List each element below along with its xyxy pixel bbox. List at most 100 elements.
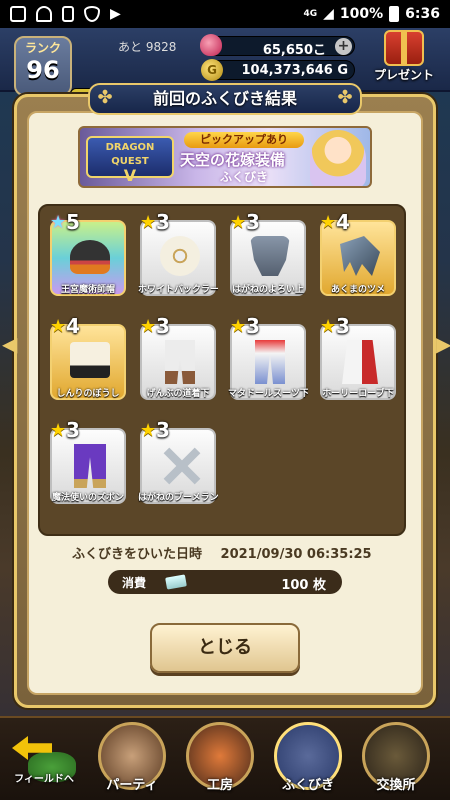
star-icon: ★ — [320, 316, 337, 337]
gift-box-icon — [384, 30, 424, 66]
item-name: 魔法使いのズボン — [51, 493, 124, 503]
gear-item[interactable]: ★ 4 あくまのツメ — [318, 210, 398, 300]
star-icon: ★ — [320, 212, 337, 233]
item-stars: 3 — [156, 314, 170, 338]
item-name: はがねのよろい上 — [231, 285, 304, 295]
draw-date-value: 2021/09/30 06:35:25 — [220, 547, 372, 562]
items-grid: ★ 5 王宮魔術師帽 ★ 3 ホワイトバックラー ★ 3 はがねのよろい上 ★ 4 あくまのツメ ★ 4 し… — [38, 204, 406, 536]
star-icon: ★ — [230, 316, 247, 337]
status-bar: ▶ 4G ◢ 100% 6:36 — [0, 0, 450, 28]
pickup-tag: ピックアップあり — [184, 132, 304, 148]
scroll-left-arrow-icon[interactable]: ◀ — [2, 330, 17, 358]
gallery-icon — [10, 6, 26, 22]
item-stars: 3 — [156, 210, 170, 234]
bride-character-art — [310, 130, 366, 186]
consume-row: 消費 100 枚 — [108, 570, 342, 594]
gold-counter: G 104,373,646 G — [201, 59, 355, 81]
item-image — [70, 444, 110, 488]
nav-field[interactable]: フィールドへ — [2, 722, 86, 800]
gear-item[interactable]: ★ 3 はがねのよろい上 — [228, 210, 308, 300]
signal-icon: ◢ — [323, 6, 334, 22]
gem-counter: 65,650こ + — [200, 34, 355, 58]
gold-coin-icon: G — [201, 59, 223, 81]
gear-item[interactable]: ★ 3 魔法使いのズボン — [48, 418, 128, 508]
add-gems-button[interactable]: + — [335, 38, 352, 55]
banner-subtitle: ふくびき — [220, 170, 269, 184]
draw-date-label: ふくびきをひいた日時 — [72, 547, 203, 562]
event-banner: DRAGON QUEST V ピックアップあり 天空の花嫁装備 ふくびき — [78, 126, 372, 188]
star-icon: ★ — [50, 212, 67, 233]
item-stars: 4 — [66, 314, 80, 338]
item-name: ホワイトバックラー — [138, 285, 218, 295]
scroll-right-arrow-icon[interactable]: ▶ — [436, 330, 450, 358]
panel-title: 前回のふくびき結果 — [152, 89, 297, 108]
item-image — [160, 236, 200, 276]
item-name: ホーリーローブ下 — [322, 389, 394, 399]
gear-item[interactable]: ★ 3 マタドールスーツ下 — [228, 314, 308, 404]
gear-item[interactable]: ★ 3 げんぶの道着下 — [138, 314, 218, 404]
consume-value: 100 枚 — [281, 578, 326, 593]
item-stars: 4 — [336, 210, 350, 234]
clock: 6:36 — [405, 6, 440, 22]
gem-value: 65,650こ — [262, 43, 326, 58]
battery-icon — [389, 6, 400, 22]
consume-label: 消費 — [122, 576, 147, 590]
item-stars: 3 — [246, 314, 260, 338]
item-image — [160, 340, 200, 384]
gear-item[interactable]: ★ 3 ホーリーローブ下 — [318, 314, 398, 404]
nav-lottery-label: ふくびき — [281, 778, 334, 793]
item-image — [160, 444, 201, 485]
gear-item[interactable]: ★ 3 ホワイトバックラー — [138, 210, 218, 300]
ticket-icon — [165, 574, 187, 590]
nav-party-label: パーティ — [106, 778, 158, 793]
item-image — [250, 340, 290, 384]
item-image — [340, 340, 380, 384]
nav-field-label: フィールドへ — [14, 774, 74, 785]
game-logo: DRAGON QUEST V — [86, 136, 174, 184]
nav-workshop-label: 工房 — [206, 778, 233, 793]
draw-date-row: ふくびきをひいた日時 2021/09/30 06:35:25 — [72, 543, 386, 562]
star-icon: ★ — [140, 420, 157, 441]
rank-label: ランク — [24, 41, 61, 55]
nav-exchange[interactable]: 交換所 — [354, 722, 438, 800]
rank-badge[interactable]: ランク 96 — [14, 36, 72, 96]
item-stars: 3 — [336, 314, 350, 338]
network-type: 4G — [303, 9, 318, 19]
nav-exchange-label: 交換所 — [376, 778, 416, 793]
vpn-shield-icon — [84, 6, 100, 22]
sim-icon — [62, 6, 74, 22]
close-button[interactable]: とじる — [150, 623, 300, 673]
star-icon: ★ — [230, 212, 247, 233]
present-button[interactable]: プレゼント — [362, 30, 446, 90]
nav-workshop[interactable]: 工房 — [178, 722, 262, 800]
gear-item[interactable]: ★ 3 はがねのブーメラン — [138, 418, 218, 508]
item-image — [340, 236, 380, 276]
fleur-left-icon: ✤ — [97, 87, 113, 108]
usb-icon — [36, 6, 52, 22]
gear-item[interactable]: ★ 4 しんりのぼうし — [48, 314, 128, 404]
nav-lottery[interactable]: ふくびき — [266, 722, 350, 800]
gold-value: 104,373,646 G — [241, 63, 348, 78]
gem-icon — [200, 34, 222, 56]
item-name: はがねのブーメラン — [138, 493, 218, 503]
item-image — [70, 236, 110, 276]
nav-party[interactable]: パーティ — [90, 722, 174, 800]
item-name: げんぶの道着下 — [146, 389, 210, 399]
item-image — [250, 236, 290, 276]
item-name: 王宮魔術師帽 — [60, 285, 115, 295]
item-stars: 3 — [246, 210, 260, 234]
battery-percent: 100% — [339, 6, 384, 22]
logo-numeral: V — [123, 166, 137, 185]
item-name: しんりのぼうし — [56, 389, 120, 399]
rank-value: 96 — [26, 56, 60, 84]
play-store-icon: ▶ — [110, 6, 121, 22]
exp-remaining: あと 9828 — [118, 40, 177, 54]
star-icon: ★ — [50, 316, 67, 337]
bottom-nav: フィールドへ パーティ 工房 ふくびき 交換所 — [0, 716, 450, 800]
star-icon: ★ — [140, 212, 157, 233]
item-name: あくまのツメ — [330, 285, 385, 295]
item-stars: 3 — [66, 418, 80, 442]
gear-item[interactable]: ★ 5 王宮魔術師帽 — [48, 210, 128, 300]
star-icon: ★ — [140, 316, 157, 337]
item-image — [70, 340, 110, 380]
